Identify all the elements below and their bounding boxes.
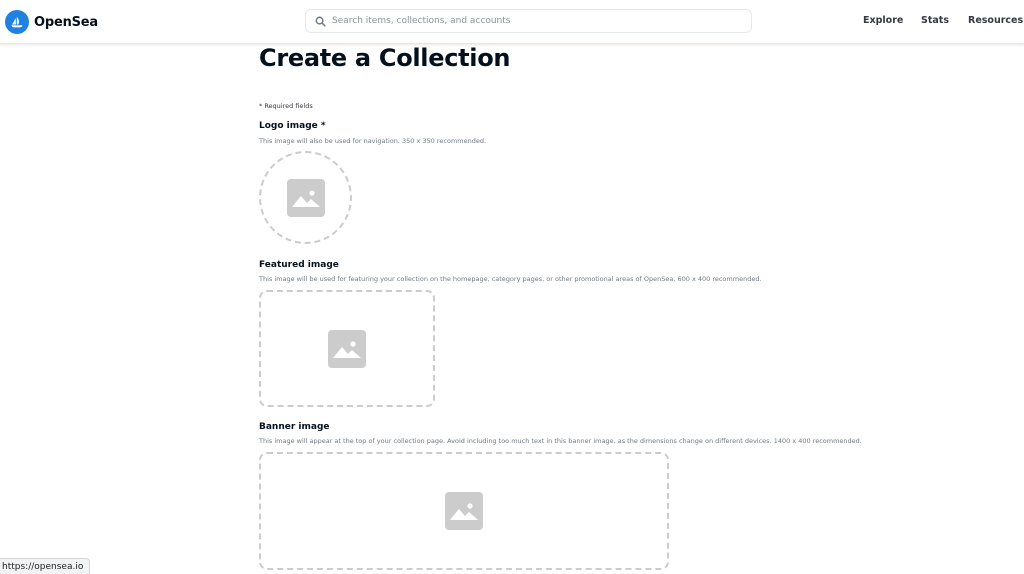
image-placeholder-icon: [445, 492, 483, 530]
banner-image-dropzone[interactable]: [259, 452, 669, 570]
featured-image-description: This image will be used for featuring yo…: [259, 275, 762, 283]
image-placeholder-icon: [328, 329, 366, 368]
page-title: Create a Collection: [259, 44, 511, 72]
search-icon: [313, 14, 327, 28]
banner-image-description: This image will appear at the top of you…: [259, 437, 862, 445]
nav-explore[interactable]: Explore: [863, 15, 903, 26]
logo-text: OpenSea: [34, 14, 98, 30]
search-input[interactable]: [332, 16, 732, 26]
browser-status-url: https://opensea.io: [0, 558, 91, 574]
nav-stats[interactable]: Stats: [921, 15, 949, 26]
nav-resources[interactable]: Resources: [968, 15, 1023, 26]
opensea-logo-link[interactable]: OpenSea: [5, 10, 98, 34]
opensea-logo-icon: [5, 10, 29, 34]
image-placeholder-icon: [286, 178, 325, 217]
logo-image-dropzone[interactable]: [259, 151, 352, 244]
banner-image-label: Banner image: [259, 422, 330, 432]
required-fields-note: * Required fields: [259, 102, 313, 110]
logo-image-label: Logo image *: [259, 121, 326, 131]
logo-image-description: This image will also be used for navigat…: [259, 137, 487, 145]
featured-image-dropzone[interactable]: [259, 290, 435, 407]
featured-image-label: Featured image: [259, 260, 339, 270]
search-bar[interactable]: [305, 9, 752, 33]
top-header: OpenSea Explore Stats Resources: [0, 0, 1024, 44]
